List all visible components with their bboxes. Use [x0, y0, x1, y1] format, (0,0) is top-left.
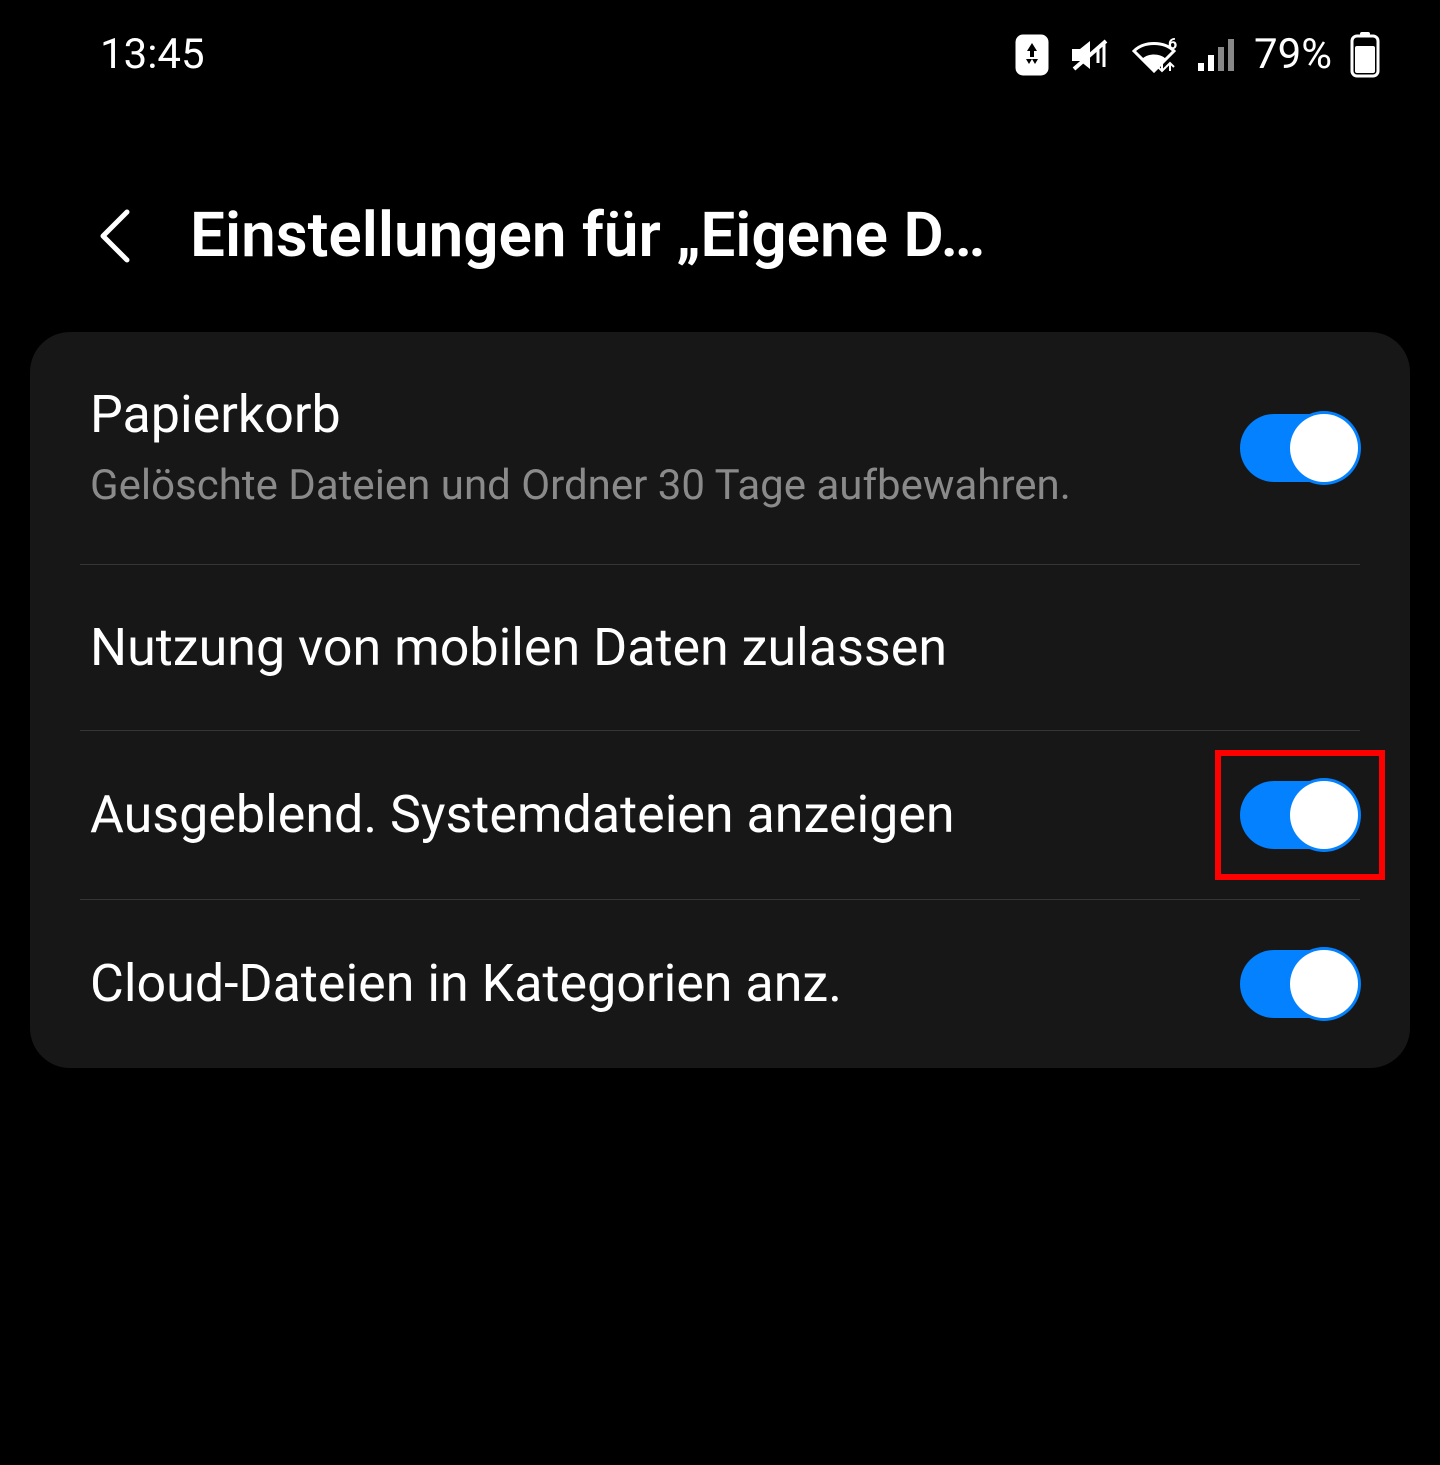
wifi-icon: 6	[1130, 35, 1178, 75]
setting-cloud-files[interactable]: Cloud-Dateien in Kategorien anz.	[30, 900, 1410, 1068]
header: Einstellungen für „Eigene D…	[0, 99, 1440, 332]
status-time: 13:45	[100, 30, 205, 79]
setting-trash[interactable]: Papierkorb Gelöschte Dateien und Ordner …	[30, 332, 1410, 564]
status-bar: 13:45 6	[0, 0, 1440, 99]
toggle-trash[interactable]	[1240, 414, 1360, 482]
setting-hidden-system-files[interactable]: Ausgeblend. Systemdateien anzeigen	[30, 731, 1410, 899]
chevron-left-icon	[97, 206, 133, 266]
status-icons: 6 79%	[1014, 30, 1380, 79]
battery-icon	[1350, 32, 1380, 78]
toggle-cloud-files[interactable]	[1240, 950, 1360, 1018]
settings-panel: Papierkorb Gelöschte Dateien und Ordner …	[30, 332, 1410, 1068]
setting-mobile-data[interactable]: Nutzung von mobilen Daten zulassen	[30, 565, 1410, 730]
back-button[interactable]	[90, 211, 140, 261]
setting-mobile-data-title: Nutzung von mobilen Daten zulassen	[90, 615, 1360, 680]
battery-percent: 79%	[1254, 30, 1332, 79]
setting-hidden-files-title: Ausgeblend. Systemdateien anzeigen	[90, 782, 1200, 847]
highlight-box	[1218, 753, 1382, 877]
svg-text:6: 6	[1168, 35, 1177, 53]
setting-trash-title: Papierkorb	[90, 382, 1200, 447]
toggle-hidden-system-files[interactable]	[1240, 781, 1360, 849]
signal-icon	[1196, 37, 1236, 73]
mute-vibrate-icon	[1068, 35, 1112, 75]
page-title: Einstellungen für „Eigene D…	[190, 199, 1400, 272]
setting-trash-subtitle: Gelöschte Dateien und Ordner 30 Tage auf…	[90, 459, 1200, 514]
setting-cloud-files-title: Cloud-Dateien in Kategorien anz.	[90, 951, 1200, 1016]
recycle-icon	[1014, 33, 1050, 77]
